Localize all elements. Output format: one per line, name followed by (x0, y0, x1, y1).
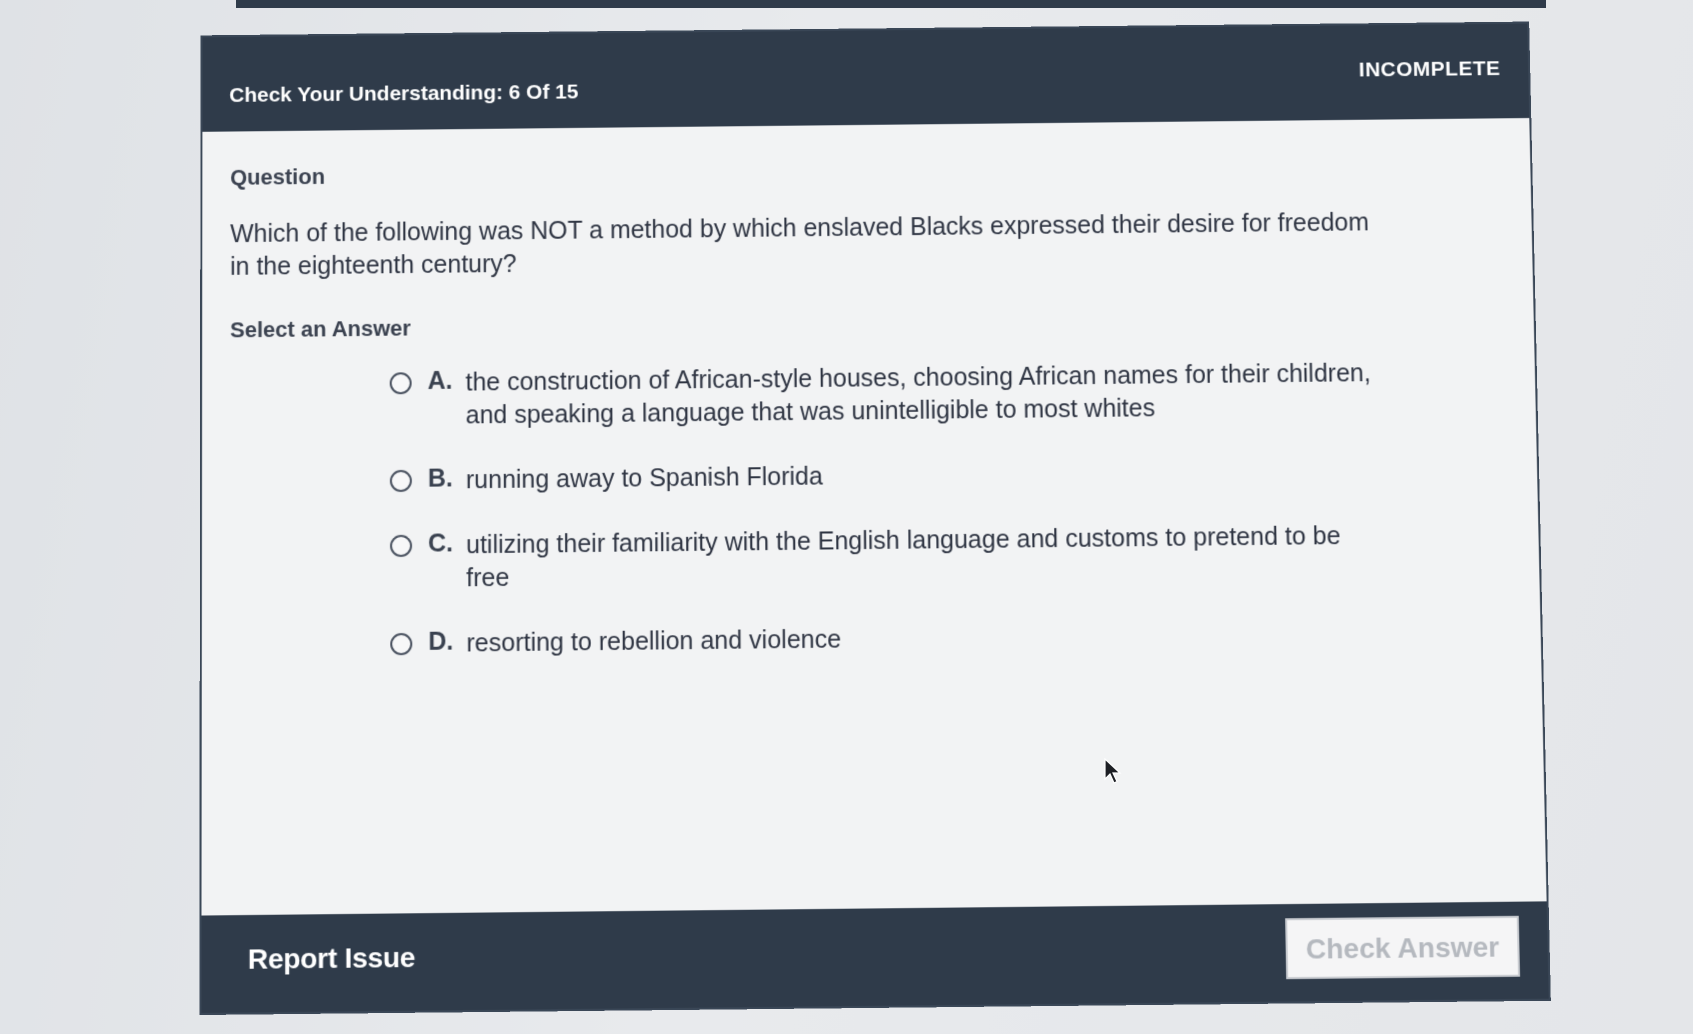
radio-unselected-icon[interactable] (389, 372, 412, 395)
question-label: Question (230, 164, 325, 190)
answer-letter: B. (427, 464, 453, 493)
answer-letter: C. (428, 529, 454, 558)
mouse-pointer-icon (1104, 758, 1122, 784)
answer-letter: A. (427, 366, 453, 395)
radio-unselected-icon[interactable] (389, 469, 412, 493)
radio-unselected-icon[interactable] (390, 632, 413, 656)
select-answer-label: Select an Answer (230, 315, 411, 343)
answer-letter: D. (428, 627, 454, 656)
radio-unselected-icon[interactable] (390, 534, 413, 558)
answer-option-d[interactable]: D. resorting to rebellion and violence (390, 617, 1501, 662)
answer-option-a[interactable]: A. the construction of African-style hou… (389, 356, 1496, 433)
footer-bar: Report Issue Check Answer (201, 901, 1549, 1013)
question-panel: Check Your Understanding: 6 Of 15 INCOMP… (199, 21, 1551, 1016)
check-answer-button[interactable]: Check Answer (1285, 915, 1521, 980)
answer-text: utilizing their familiarity with the Eng… (466, 522, 1341, 593)
progress-title: Check Your Understanding: 6 Of 15 (229, 80, 579, 107)
header-bar: Check Your Understanding: 6 Of 15 INCOMP… (202, 23, 1530, 132)
question-text: Which of the following was NOT a method … (230, 208, 1370, 281)
report-issue-link[interactable]: Report Issue (248, 942, 415, 976)
top-window-strip (236, 0, 1546, 8)
status-badge: INCOMPLETE (1358, 57, 1501, 82)
answer-text: running away to Spanish Florida (465, 462, 823, 495)
answer-text: the construction of African-style houses… (465, 359, 1372, 430)
answer-list: A. the construction of African-style hou… (230, 356, 1501, 663)
question-content: Question Which of the following was NOT … (230, 152, 1502, 695)
answer-option-b[interactable]: B. running away to Spanish Florida (389, 454, 1498, 499)
answer-text: resorting to rebellion and violence (466, 625, 842, 658)
answer-option-c[interactable]: C. utilizing their familiarity with the … (390, 518, 1500, 596)
